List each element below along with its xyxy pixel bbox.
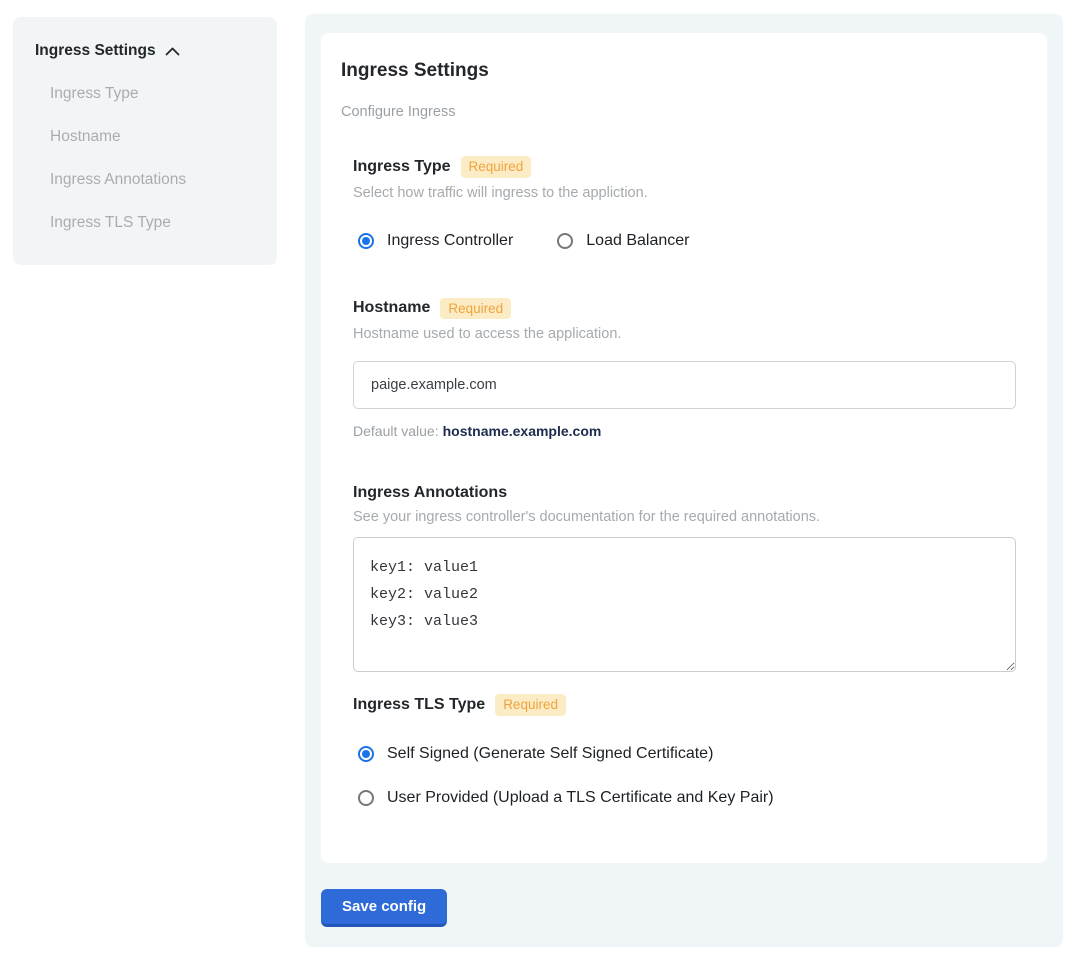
radio-icon <box>358 233 374 249</box>
chevron-up-icon <box>165 47 180 56</box>
ingress-annotations-textarea[interactable]: key1: value1 key2: value2 key3: value3 <box>353 537 1016 672</box>
radio-label: Ingress Controller <box>387 232 513 250</box>
hostname-label: Hostname <box>353 299 430 317</box>
radio-icon <box>358 790 374 806</box>
radio-load-balancer[interactable]: Load Balancer <box>557 232 689 250</box>
ingress-annotations-description: See your ingress controller's documentat… <box>353 509 1016 525</box>
sidebar-section-title: Ingress Settings <box>35 42 156 60</box>
sidebar-item-ingress-type[interactable]: Ingress Type <box>50 85 255 103</box>
sidebar-item-hostname[interactable]: Hostname <box>50 128 255 146</box>
radio-label: User Provided (Upload a TLS Certificate … <box>387 789 774 807</box>
required-badge: Required <box>461 156 532 178</box>
default-value-label: Default value: <box>353 423 439 439</box>
sidebar-item-list: Ingress Type Hostname Ingress Annotation… <box>35 85 255 232</box>
page-subtitle: Configure Ingress <box>341 104 1016 120</box>
ingress-settings-panel: Ingress Settings Configure Ingress Ingre… <box>305 14 1063 947</box>
ingress-tls-type-radio-group: Self Signed (Generate Self Signed Certif… <box>353 745 1016 807</box>
form-sections: Ingress Type Required Select how traffic… <box>353 156 1016 807</box>
section-ingress-tls-type: Ingress TLS Type Required Self Signed (G… <box>353 694 1016 807</box>
section-ingress-type: Ingress Type Required Select how traffic… <box>353 156 1016 250</box>
ingress-settings-card: Ingress Settings Configure Ingress Ingre… <box>321 33 1047 863</box>
required-badge: Required <box>495 694 566 716</box>
radio-ingress-controller[interactable]: Ingress Controller <box>358 232 513 250</box>
hostname-default-helper: Default value:hostname.example.com <box>353 423 1016 439</box>
section-ingress-annotations: Ingress Annotations See your ingress con… <box>353 484 1016 672</box>
radio-icon <box>358 746 374 762</box>
radio-label: Load Balancer <box>586 232 689 250</box>
page-title: Ingress Settings <box>341 60 1016 82</box>
radio-self-signed[interactable]: Self Signed (Generate Self Signed Certif… <box>358 745 1016 763</box>
radio-label: Self Signed (Generate Self Signed Certif… <box>387 745 713 763</box>
sidebar-section-toggle[interactable]: Ingress Settings <box>35 42 255 60</box>
default-value-text: hostname.example.com <box>443 423 602 439</box>
hostname-description: Hostname used to access the application. <box>353 326 1016 342</box>
save-config-button[interactable]: Save config <box>321 889 447 927</box>
radio-icon <box>557 233 573 249</box>
ingress-annotations-label: Ingress Annotations <box>353 484 507 502</box>
sidebar-item-ingress-tls-type[interactable]: Ingress TLS Type <box>50 214 255 232</box>
section-hostname: Hostname Required Hostname used to acces… <box>353 298 1016 440</box>
hostname-input[interactable] <box>353 361 1016 409</box>
sidebar-item-ingress-annotations[interactable]: Ingress Annotations <box>50 171 255 189</box>
required-badge: Required <box>440 298 511 320</box>
radio-user-provided[interactable]: User Provided (Upload a TLS Certificate … <box>358 789 1016 807</box>
ingress-type-label: Ingress Type <box>353 158 451 176</box>
ingress-type-radio-group: Ingress Controller Load Balancer <box>353 232 1016 250</box>
settings-sidebar: Ingress Settings Ingress Type Hostname I… <box>13 17 277 265</box>
ingress-type-description: Select how traffic will ingress to the a… <box>353 185 1016 201</box>
ingress-tls-type-label: Ingress TLS Type <box>353 696 485 714</box>
